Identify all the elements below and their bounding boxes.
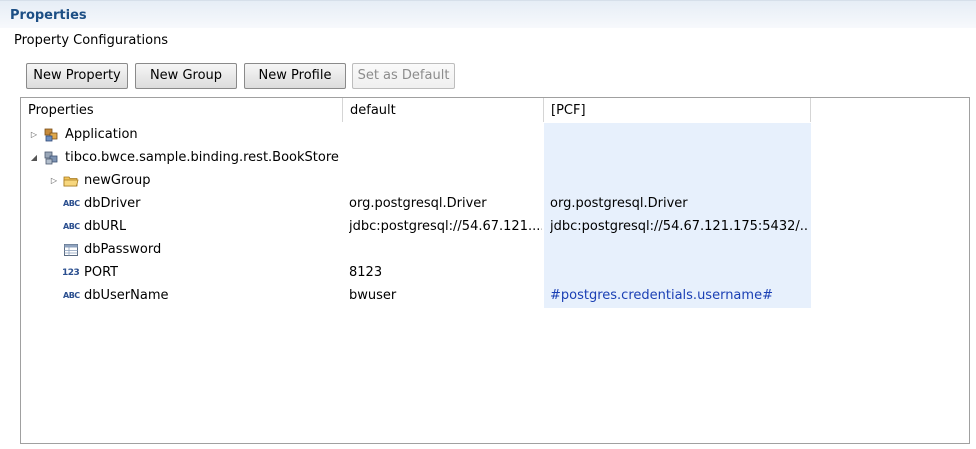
property-name: Application	[65, 127, 138, 142]
property-name: tibco.bwce.sample.binding.rest.BookStore	[65, 150, 339, 165]
collapse-arrow-icon[interactable]: ◢	[29, 147, 39, 169]
column-header-pcf[interactable]: [PCF]	[544, 98, 811, 122]
string-type-icon: ABC	[63, 199, 80, 208]
expand-arrow-icon[interactable]: ▷	[29, 124, 39, 146]
property-name: dbPassword	[84, 242, 162, 257]
default-value[interactable]: org.postgresql.Driver	[349, 193, 542, 215]
column-header-properties[interactable]: Properties	[21, 98, 343, 122]
tree-row-dbdriver[interactable]: ABC dbDriver org.postgresql.Driver org.p…	[21, 193, 969, 215]
folder-icon	[63, 176, 79, 187]
default-value[interactable]: jdbc:postgresql://54.67.121....	[349, 216, 542, 238]
panel-title: Properties	[10, 8, 87, 23]
pcf-value[interactable]: jdbc:postgresql://54.67.121.175:5432/...	[550, 216, 809, 238]
properties-header: Properties	[0, 0, 976, 28]
integer-type-icon: 123	[62, 268, 80, 278]
pcf-value[interactable]: #postgres.credentials.username#	[550, 285, 809, 307]
tree-row-port[interactable]: 123 PORT 8123	[21, 262, 969, 284]
pcf-value[interactable]: org.postgresql.Driver	[550, 193, 809, 215]
tree-row-dbusername[interactable]: ABC dbUserName bwuser #postgres.credenti…	[21, 285, 969, 307]
set-as-default-button[interactable]: Set as Default	[352, 63, 455, 89]
tree-row-dbpassword[interactable]: dbPassword	[21, 239, 969, 261]
string-type-icon: ABC	[63, 222, 80, 231]
property-name: newGroup	[84, 173, 151, 188]
new-group-button[interactable]: New Group	[135, 63, 237, 89]
application-icon	[44, 128, 58, 142]
properties-tree-table[interactable]: Properties default [PCF] ▷ Application ◢…	[20, 97, 970, 444]
property-name: dbDriver	[84, 196, 141, 211]
new-profile-button[interactable]: New Profile	[244, 63, 346, 89]
section-label: Property Configurations	[14, 33, 169, 48]
property-name: PORT	[84, 265, 119, 280]
module-icon	[44, 151, 58, 165]
expand-arrow-icon[interactable]: ▷	[49, 170, 59, 192]
property-name: dbUserName	[84, 288, 169, 303]
default-value[interactable]: bwuser	[349, 285, 542, 307]
string-type-icon: ABC	[63, 291, 80, 300]
password-type-icon	[64, 244, 78, 256]
property-name: dbURL	[84, 219, 127, 234]
tree-row-module[interactable]: ◢ tibco.bwce.sample.binding.rest.BookSto…	[21, 147, 969, 169]
tree-row-newgroup[interactable]: ▷ newGroup	[21, 170, 969, 192]
new-property-button[interactable]: New Property	[26, 63, 128, 89]
default-value[interactable]: 8123	[349, 262, 542, 284]
column-header-default[interactable]: default	[343, 98, 544, 122]
tree-row-application[interactable]: ▷ Application	[21, 124, 969, 146]
tree-row-dburl[interactable]: ABC dbURL jdbc:postgresql://54.67.121...…	[21, 216, 969, 238]
